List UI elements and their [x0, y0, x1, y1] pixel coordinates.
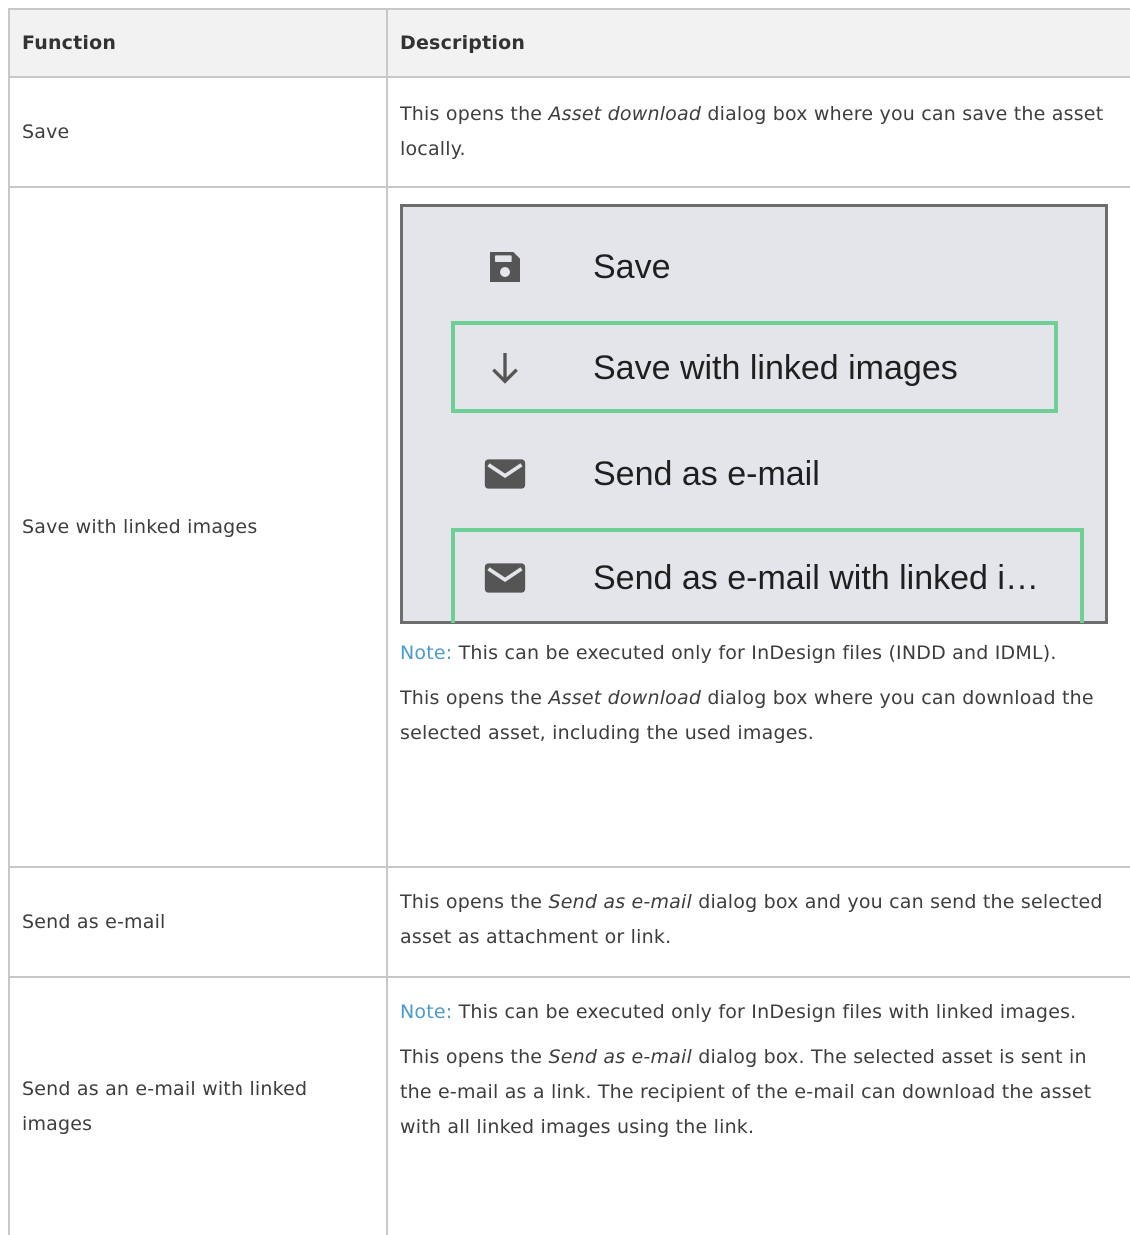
menu-item-label: Send as e-mail	[593, 454, 820, 493]
function-label: Send as e-mail	[22, 911, 166, 933]
function-cell: Save with linked images	[8, 188, 388, 866]
function-cell: Save	[8, 78, 388, 186]
note-label: Note:	[400, 1001, 453, 1023]
table-row: Save This opens the Asset download dialo…	[8, 78, 1130, 188]
description-block: Note: This can be executed only for InDe…	[400, 636, 1118, 751]
description-text: This opens the Asset download dialog box…	[400, 103, 1104, 160]
header-description: Description	[388, 10, 1130, 76]
description-cell: Save Save with linked images Send as e-m…	[388, 188, 1130, 866]
function-label: Save with linked images	[22, 516, 258, 538]
description-cell: Note: This can be executed only for InDe…	[388, 978, 1130, 1235]
note-text: Note: This can be executed only for InDe…	[400, 642, 1057, 664]
table-row: Send as an e-mail with linked images Not…	[8, 978, 1130, 1235]
function-cell: Send as e-mail	[8, 868, 388, 976]
menu-item-save[interactable]: Save	[403, 237, 1105, 297]
function-cell: Send as an e-mail with linked images	[8, 978, 388, 1235]
arrow-down-icon	[483, 346, 527, 390]
table-row: Save with linked images Save Save with l…	[8, 188, 1130, 868]
mail-icon	[483, 556, 527, 600]
function-label: Save	[22, 121, 70, 143]
function-label: Send as an e-mail with linked images	[22, 1077, 308, 1135]
header-function-label: Function	[22, 32, 117, 54]
mail-icon	[483, 452, 527, 496]
menu-item-label: Save	[593, 247, 671, 286]
menu-item-send-as-email-with-linked-images[interactable]: Send as e-mail with linked i…	[403, 548, 1105, 608]
table-header: Function Description	[8, 8, 1130, 78]
table-row: Send as e-mail This opens the Send as e-…	[8, 868, 1130, 978]
description-text: This opens the Send as e-mail dialog box…	[400, 1046, 1092, 1138]
menu-screenshot: Save Save with linked images Send as e-m…	[400, 204, 1108, 624]
note-label: Note:	[400, 642, 453, 664]
description-cell: This opens the Send as e-mail dialog box…	[388, 868, 1130, 976]
header-description-label: Description	[400, 32, 526, 54]
menu-item-send-as-email[interactable]: Send as e-mail	[403, 444, 1105, 504]
description-text: This opens the Asset download dialog box…	[400, 687, 1094, 744]
save-icon	[483, 245, 527, 289]
functions-table: Function Description Save This opens the…	[0, 0, 1130, 1235]
menu-item-label: Save with linked images	[593, 348, 958, 387]
menu-item-label: Send as e-mail with linked i…	[593, 558, 1039, 597]
note-text: Note: This can be executed only for InDe…	[400, 1001, 1077, 1023]
header-function: Function	[8, 10, 388, 76]
menu-item-save-with-linked-images[interactable]: Save with linked images	[403, 338, 1105, 398]
description-cell: This opens the Asset download dialog box…	[388, 78, 1130, 186]
description-text: This opens the Send as e-mail dialog box…	[400, 891, 1103, 948]
